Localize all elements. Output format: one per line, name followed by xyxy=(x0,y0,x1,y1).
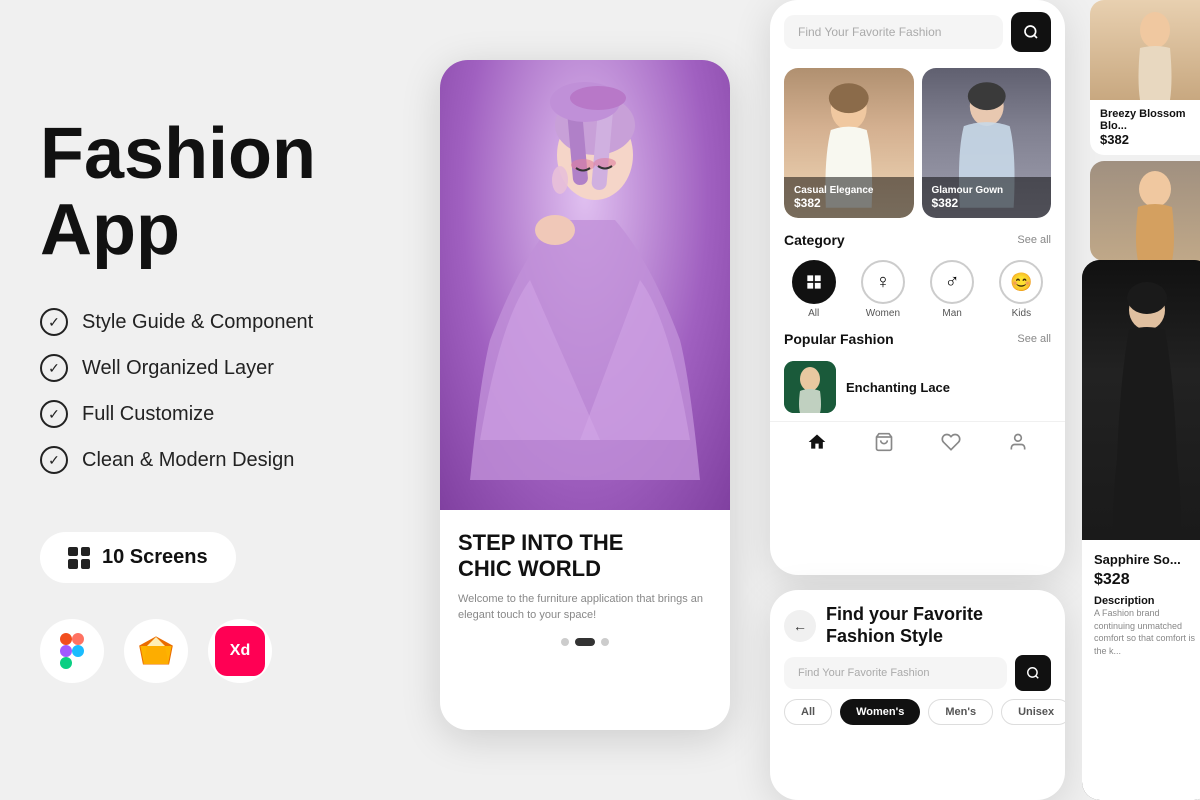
feature-text-4: Clean & Modern Design xyxy=(82,449,294,472)
nav-bag[interactable] xyxy=(874,432,894,458)
cat-all-icon xyxy=(792,260,836,304)
dot-2 xyxy=(575,638,595,646)
feature-item-3: ✓ Full Customize xyxy=(40,400,420,428)
feature-text-3: Full Customize xyxy=(82,403,214,426)
filter-womens[interactable]: Women's xyxy=(840,699,920,725)
far-product-name-1: Breezy Blossom Blo... xyxy=(1100,108,1200,132)
step-desc: Welcome to the furniture application tha… xyxy=(458,591,712,624)
description-text: A Fashion brand continuing unmatched com… xyxy=(1094,607,1200,657)
feature-item-1: ✓ Style Guide & Component xyxy=(40,308,420,336)
filter-unisex[interactable]: Unisex xyxy=(1001,699,1065,725)
nav-profile[interactable] xyxy=(1008,432,1028,458)
detail-search-button[interactable] xyxy=(1015,655,1051,691)
detail-title: Find your Favorite Fashion Style xyxy=(826,604,983,647)
detail-header: ← Find your Favorite Fashion Style xyxy=(770,590,1065,655)
category-header: Category See all xyxy=(770,226,1065,254)
product-card-2[interactable]: Glamour Gown $382 xyxy=(922,68,1052,218)
hero-image xyxy=(440,60,730,510)
cat-women-icon: ♀ xyxy=(861,260,905,304)
cat-kids[interactable]: 😊 Kids xyxy=(999,260,1043,319)
cat-man-icon: ♂ xyxy=(930,260,974,304)
step-title: STEP INTO THE CHIC WORLD xyxy=(458,530,712,583)
bottom-nav xyxy=(770,421,1065,468)
feature-text-2: Well Organized Layer xyxy=(82,357,274,380)
check-icon-1: ✓ xyxy=(40,308,68,336)
feature-item-2: ✓ Well Organized Layer xyxy=(40,354,420,382)
screens-label: 10 Screens xyxy=(102,546,208,569)
cat-kids-icon: 😊 xyxy=(999,260,1043,304)
product-card-1[interactable]: Casual Elegance $382 xyxy=(784,68,914,218)
nav-heart[interactable] xyxy=(941,432,961,458)
product-overlay-2: Glamour Gown $382 xyxy=(922,177,1052,218)
popular-item-name-1: Enchanting Lace xyxy=(846,380,950,395)
product-overlay-1: Casual Elegance $382 xyxy=(784,177,914,218)
detail-product-name: Sapphire So... xyxy=(1094,552,1200,567)
cat-all-label: All xyxy=(808,308,819,319)
product-grid: Casual Elegance $382 Glamour Gown $382 xyxy=(770,60,1065,226)
detail-product-price: $328 xyxy=(1094,571,1200,589)
popular-header: Popular Fashion See all xyxy=(770,325,1065,353)
category-row: All ♀ Women ♂ Man 😊 Kids xyxy=(770,254,1065,325)
cat-women[interactable]: ♀ Women xyxy=(861,260,905,319)
product-price-2: $382 xyxy=(932,196,1042,210)
product-name-2: Glamour Gown xyxy=(932,185,1042,196)
cat-women-label: Women xyxy=(866,308,900,319)
search-input[interactable]: Find Your Favorite Fashion xyxy=(784,15,1003,49)
description-label: Description xyxy=(1094,595,1200,607)
left-panel: Fashion App ✓ Style Guide & Component ✓ … xyxy=(40,0,420,800)
dot-3 xyxy=(601,638,609,646)
tool-icons: Xd xyxy=(40,619,420,683)
feature-item-4: ✓ Clean & Modern Design xyxy=(40,446,420,474)
figma-icon[interactable] xyxy=(40,619,104,683)
back-button[interactable]: ← xyxy=(784,610,816,642)
middle-phone: STEP INTO THE CHIC WORLD Welcome to the … xyxy=(440,60,730,730)
pagination-dots xyxy=(458,638,712,646)
category-see-all[interactable]: See all xyxy=(1017,234,1051,246)
filter-row: All Women's Men's Unisex Kids xyxy=(770,699,1065,725)
filter-mens[interactable]: Men's xyxy=(928,699,993,725)
feature-list: ✓ Style Guide & Component ✓ Well Organiz… xyxy=(40,308,420,492)
popular-item-1[interactable]: Enchanting Lace xyxy=(770,353,1065,421)
popular-title: Popular Fashion xyxy=(784,331,894,347)
cat-man-label: Man xyxy=(942,308,961,319)
detail-search-area: Find Your Favorite Fashion xyxy=(770,655,1065,699)
check-icon-2: ✓ xyxy=(40,354,68,382)
category-title: Category xyxy=(784,232,845,248)
dot-1 xyxy=(561,638,569,646)
right-phone-detail: ← Find your Favorite Fashion Style Find … xyxy=(770,590,1065,800)
search-button[interactable] xyxy=(1011,12,1051,52)
far-product-price-1: $382 xyxy=(1100,132,1200,147)
detail-search-input[interactable]: Find Your Favorite Fashion xyxy=(784,657,1007,689)
cat-kids-label: Kids xyxy=(1012,308,1031,319)
cat-man[interactable]: ♂ Man xyxy=(930,260,974,319)
far-right-product-2-img xyxy=(1090,161,1200,261)
filter-all[interactable]: All xyxy=(784,699,832,725)
cat-all[interactable]: All xyxy=(792,260,836,319)
detail-product-image xyxy=(1082,260,1200,540)
phone-bottom: STEP INTO THE CHIC WORLD Welcome to the … xyxy=(440,510,730,662)
right-phone-main: Find Your Favorite Fashion Casual Elegan… xyxy=(770,0,1065,575)
xd-logo: Xd xyxy=(215,626,265,676)
product-price-1: $382 xyxy=(794,196,904,210)
far-product-info-1: Breezy Blossom Blo... $382 xyxy=(1090,100,1200,155)
feature-text-1: Style Guide & Component xyxy=(82,311,313,334)
popular-see-all[interactable]: See all xyxy=(1017,333,1051,345)
product-name-1: Casual Elegance xyxy=(794,185,904,196)
nav-home[interactable] xyxy=(807,432,827,458)
popular-thumb-1 xyxy=(784,361,836,413)
search-area: Find Your Favorite Fashion xyxy=(770,0,1065,60)
xd-icon[interactable]: Xd xyxy=(208,619,272,683)
far-right-product-1[interactable]: Breezy Blossom Blo... $382 xyxy=(1090,0,1200,155)
check-icon-3: ✓ xyxy=(40,400,68,428)
app-title: Fashion App xyxy=(40,117,420,268)
sketch-icon[interactable] xyxy=(124,619,188,683)
screens-badge: 10 Screens xyxy=(40,532,236,583)
detail-product-info: Sapphire So... $328 Description A Fashio… xyxy=(1082,540,1200,800)
grid-icon xyxy=(68,547,90,569)
check-icon-4: ✓ xyxy=(40,446,68,474)
detail-product-panel: ← Sapphire So... $328 Description A Fash… xyxy=(1082,260,1200,800)
